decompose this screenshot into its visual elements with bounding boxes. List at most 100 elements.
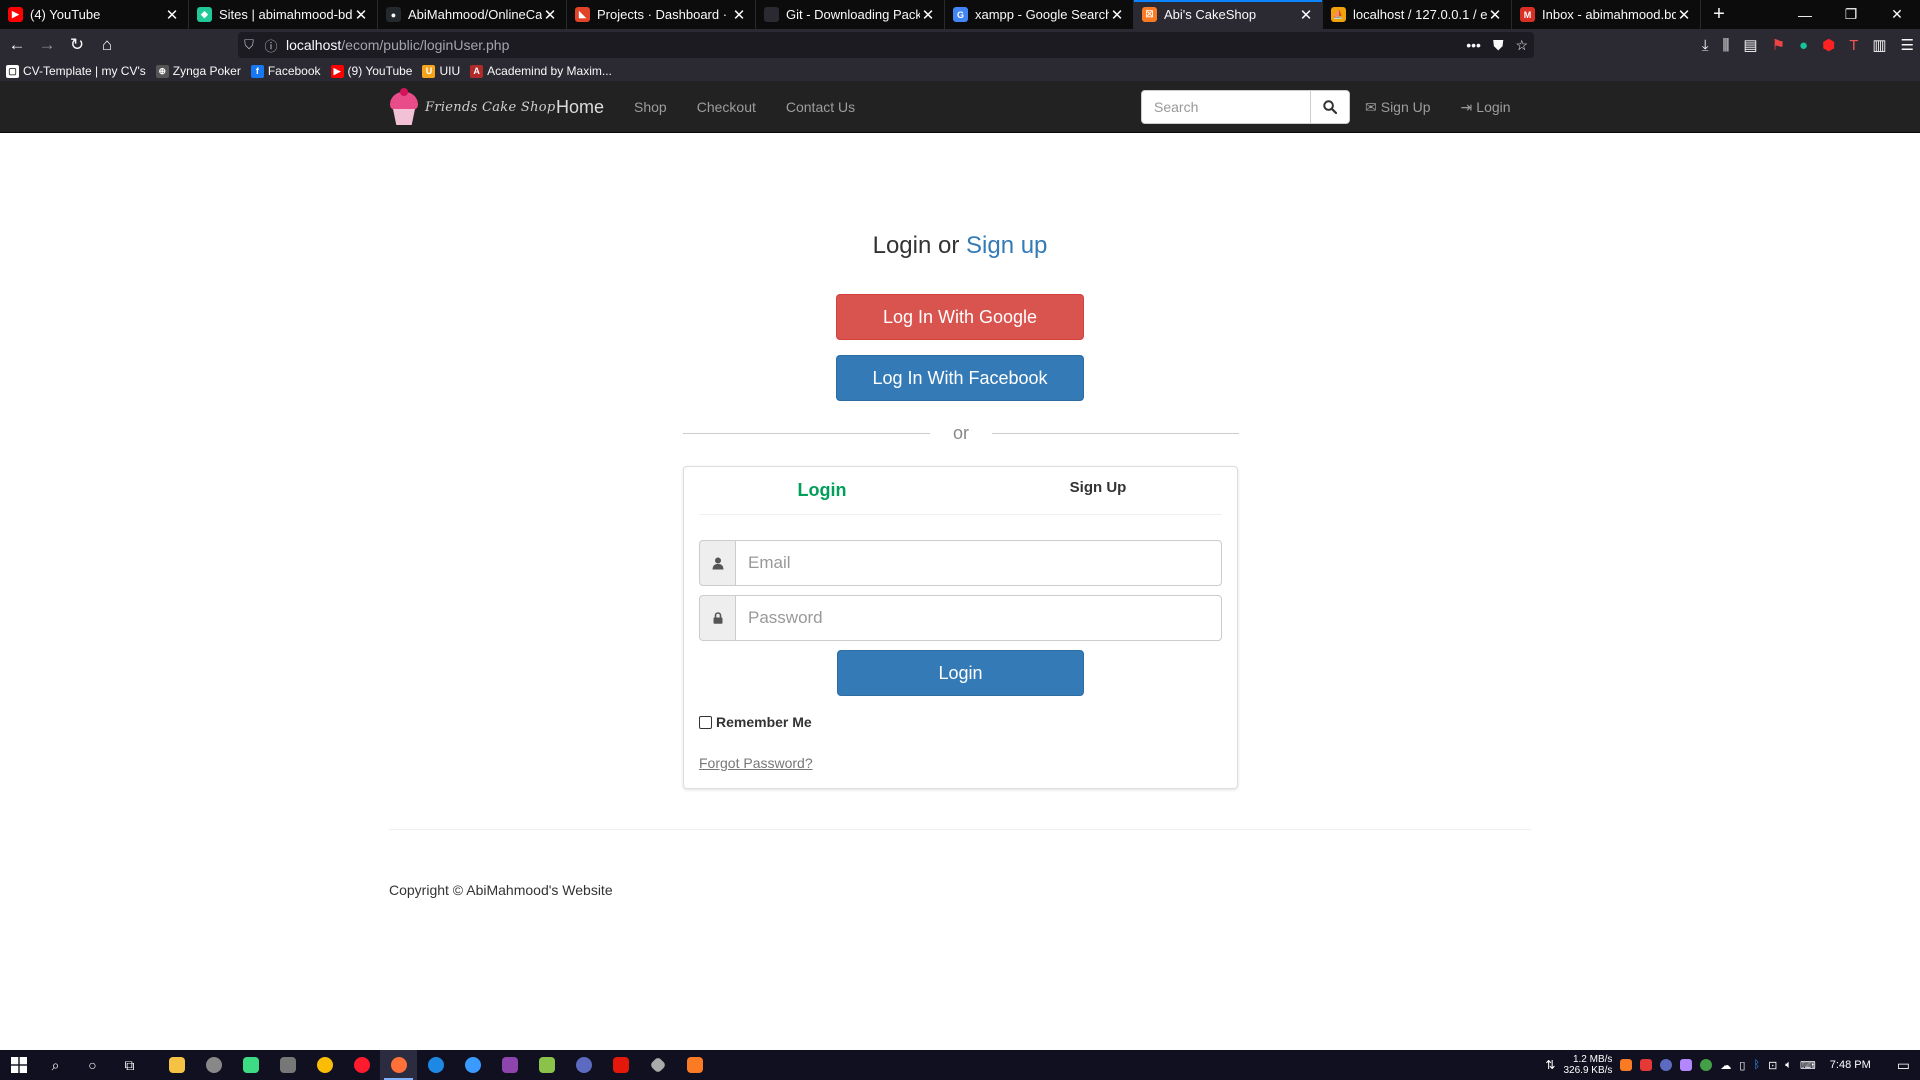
task-view-icon[interactable]: ⧉ xyxy=(111,1050,148,1080)
browser-tab[interactable]: ☒ Abi's CakeShop ✕ xyxy=(1134,0,1323,29)
bookmark-item[interactable]: ⊕ Zynga Poker xyxy=(155,64,241,78)
remember-checkbox[interactable] xyxy=(699,715,712,729)
nav-contact-link[interactable]: Contact Us xyxy=(771,99,870,115)
shield-icon[interactable]: ⛉ xyxy=(238,37,260,53)
browser-tab[interactable]: M Inbox - abimahmood.bd ✕ xyxy=(1512,0,1701,29)
bookmark-star-icon[interactable]: ☆ xyxy=(1515,37,1528,54)
tab-close-icon[interactable]: ✕ xyxy=(542,6,558,24)
tab-login[interactable]: Login xyxy=(684,467,960,514)
new-tab-button[interactable]: + xyxy=(1701,0,1737,29)
heading-signup-link[interactable]: Sign up xyxy=(966,232,1047,259)
notifications-icon[interactable]: ▭ xyxy=(1897,1057,1910,1074)
library-icon[interactable]: ⫼ xyxy=(1722,37,1729,54)
bookmark-item[interactable]: A Academind by Maxim... xyxy=(470,64,612,78)
nav-signup-link[interactable]: ✉ Sign Up xyxy=(1365,99,1431,116)
browser-icon[interactable] xyxy=(454,1050,491,1080)
google-login-button[interactable]: Log In With Google xyxy=(836,294,1084,340)
page-actions-icon[interactable]: ••• xyxy=(1466,37,1481,53)
xampp-tray-icon[interactable] xyxy=(1620,1059,1633,1071)
opera-icon[interactable] xyxy=(343,1050,380,1080)
menu-icon[interactable]: ☰ xyxy=(1901,36,1914,54)
download-icon[interactable]: ⤓ xyxy=(1702,37,1709,54)
url-bar[interactable]: ⛉ ⓘ localhost/ecom/public/loginUser.php … xyxy=(238,32,1534,58)
forward-icon[interactable]: → xyxy=(32,31,62,59)
tab-close-icon[interactable]: ✕ xyxy=(920,6,936,24)
cloud-icon[interactable]: ☁ xyxy=(1720,1059,1731,1072)
app-icon-green[interactable] xyxy=(528,1050,565,1080)
browser-tab[interactable]: Git - Downloading Packa ✕ xyxy=(756,0,945,29)
app-icon[interactable] xyxy=(269,1050,306,1080)
search-taskbar-icon[interactable]: ⌕ xyxy=(37,1050,74,1080)
facebook-login-button[interactable]: Log In With Facebook xyxy=(836,355,1084,401)
forgot-password-link[interactable]: Forgot Password? xyxy=(699,755,813,771)
password-field[interactable] xyxy=(735,595,1222,641)
home-icon[interactable]: ⌂ xyxy=(92,31,122,59)
tab-close-icon[interactable]: ✕ xyxy=(731,6,747,24)
tab-signup[interactable]: Sign Up xyxy=(960,467,1236,514)
tray-icon-purple[interactable] xyxy=(1680,1059,1693,1071)
tray-icon-blue[interactable] xyxy=(1660,1059,1673,1071)
tab-close-icon[interactable]: ✕ xyxy=(1298,6,1314,24)
search-input[interactable] xyxy=(1141,90,1310,124)
bluetooth-icon[interactable]: ᛒ xyxy=(1753,1059,1760,1071)
git-icon[interactable] xyxy=(639,1050,676,1080)
login-submit-button[interactable]: Login xyxy=(837,650,1084,696)
cortana-icon[interactable]: ○ xyxy=(74,1050,111,1080)
extensions-grid-icon[interactable]: ▥ xyxy=(1872,36,1886,54)
chrome-icon[interactable] xyxy=(306,1050,343,1080)
nav-home-link[interactable]: Home xyxy=(548,97,619,118)
tab-close-icon[interactable]: ✕ xyxy=(353,6,369,24)
nav-checkout-link[interactable]: Checkout xyxy=(682,99,771,115)
restore-icon[interactable]: ❐ xyxy=(1828,0,1874,29)
sidebar-icon[interactable]: ▤ xyxy=(1743,36,1757,54)
reload-icon[interactable]: ↻ xyxy=(62,31,92,59)
tab-favicon-icon: ● xyxy=(386,7,401,22)
browser-tab[interactable]: ◣ Projects · Dashboard · Gi ✕ xyxy=(567,0,756,29)
info-icon[interactable]: ⓘ xyxy=(260,36,282,55)
email-field[interactable] xyxy=(735,540,1222,586)
firefox-icon[interactable] xyxy=(380,1050,417,1080)
nav-shop-link[interactable]: Shop xyxy=(619,99,682,115)
acrobat-icon[interactable] xyxy=(602,1050,639,1080)
bookmark-item[interactable]: f Facebook xyxy=(250,64,321,78)
close-window-icon[interactable]: ✕ xyxy=(1874,0,1920,29)
volume-icon[interactable]: 🔈︎ xyxy=(1785,1059,1792,1072)
browser-tab[interactable]: ● AbiMahmood/OnlineCa ✕ xyxy=(378,0,567,29)
windows-start-icon[interactable] xyxy=(0,1050,37,1080)
pocket-icon[interactable]: ⛊ xyxy=(1493,37,1504,54)
browser-tab[interactable]: ▶ (4) YouTube ✕ xyxy=(0,0,189,29)
xampp-icon[interactable] xyxy=(676,1050,713,1080)
vs-icon[interactable] xyxy=(491,1050,528,1080)
minimize-icon[interactable]: — xyxy=(1782,0,1828,29)
tab-close-icon[interactable]: ✕ xyxy=(1487,6,1503,24)
tray-icon-green[interactable] xyxy=(1700,1059,1713,1071)
brand-logo[interactable]: Friends Cake Shop xyxy=(389,88,556,126)
app-icon-blue[interactable] xyxy=(565,1050,602,1080)
translate-icon[interactable]: T xyxy=(1849,37,1858,54)
adblock-icon[interactable]: ⬢ xyxy=(1822,36,1835,54)
back-icon[interactable]: ← xyxy=(2,31,32,59)
tab-close-icon[interactable]: ✕ xyxy=(1676,6,1692,24)
android-studio-icon[interactable] xyxy=(232,1050,269,1080)
tab-close-icon[interactable]: ✕ xyxy=(164,6,180,24)
tray-icon-red[interactable] xyxy=(1640,1059,1653,1071)
nav-login-link[interactable]: ⇥ Login xyxy=(1461,99,1511,116)
settings-app-icon[interactable] xyxy=(195,1050,232,1080)
usb-icon[interactable]: ▯ xyxy=(1739,1059,1745,1072)
bookmark-item[interactable]: ▢ CV-Template | my CV's xyxy=(6,64,146,78)
network-icon[interactable]: ⊡ xyxy=(1768,1059,1777,1072)
edge-icon[interactable] xyxy=(417,1050,454,1080)
browser-tab[interactable]: ⛵ localhost / 127.0.0.1 / ec ✕ xyxy=(1323,0,1512,29)
extension-icon[interactable]: ⚑ xyxy=(1772,36,1785,54)
bookmark-item[interactable]: U UIU xyxy=(422,64,460,78)
bookmark-item[interactable]: ▶ (9) YouTube xyxy=(330,64,412,78)
clock-time[interactable]: 7:48 PM xyxy=(1830,1059,1871,1071)
browser-tab[interactable]: Gxampp - Google Search ✕ xyxy=(945,0,1134,29)
remember-me[interactable]: Remember Me xyxy=(699,714,812,730)
file-explorer-icon[interactable] xyxy=(158,1050,195,1080)
tab-close-icon[interactable]: ✕ xyxy=(1109,6,1125,24)
keyboard-icon[interactable]: ⌨ xyxy=(1800,1059,1816,1072)
search-button[interactable] xyxy=(1310,90,1350,124)
grammarly-icon[interactable]: ● xyxy=(1799,37,1808,54)
browser-tab[interactable]: ◆ Sites | abimahmood-bd ✕ xyxy=(189,0,378,29)
